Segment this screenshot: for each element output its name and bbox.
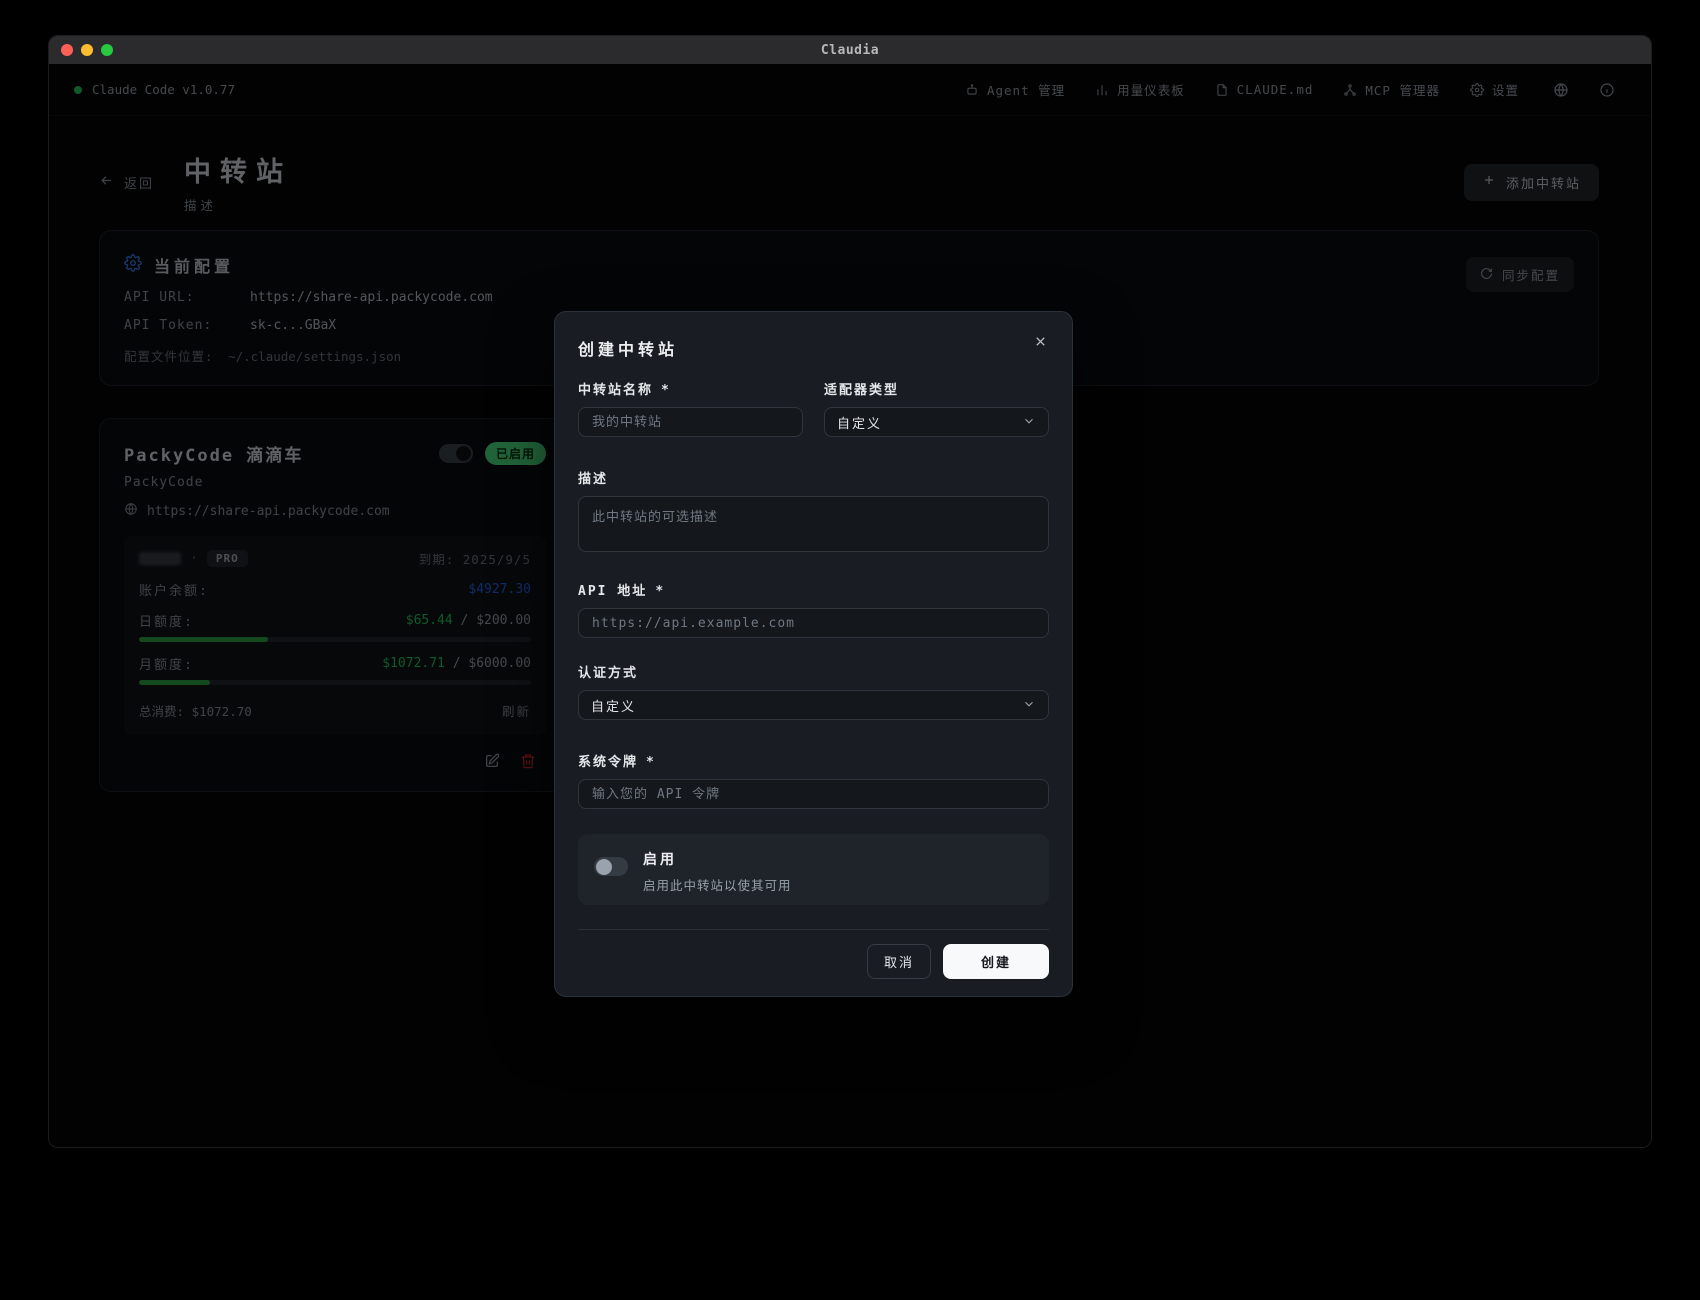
window-body: Claude Code v1.0.77 Agent 管理 用量仪表板 CLAUD… bbox=[49, 64, 1651, 1147]
auth-method-label: 认证方式 bbox=[578, 666, 639, 681]
description-label: 描述 bbox=[578, 472, 609, 487]
auth-method-select[interactable]: 自定义 bbox=[578, 690, 1049, 720]
adapter-type-select[interactable]: 自定义 bbox=[824, 407, 1049, 437]
auth-field-group: 认证方式 自定义 bbox=[578, 662, 1049, 720]
modal-footer: 取消 创建 bbox=[578, 944, 1049, 979]
required-asterisk: * bbox=[661, 383, 669, 398]
description-textarea[interactable] bbox=[578, 496, 1049, 552]
system-token-input[interactable] bbox=[578, 779, 1049, 809]
enable-panel: 启用 启用此中转站以使其可用 bbox=[578, 834, 1049, 905]
adapter-selected-value: 自定义 bbox=[837, 416, 883, 432]
adapter-label: 适配器类型 bbox=[824, 383, 900, 398]
station-name-input[interactable] bbox=[578, 407, 803, 437]
name-label: 中转站名称 * bbox=[578, 383, 669, 398]
name-adapter-row: 中转站名称* 适配器类型 自定义 bbox=[578, 379, 1049, 437]
required-asterisk: * bbox=[655, 584, 664, 599]
enable-toggle[interactable] bbox=[594, 857, 628, 876]
window-title: Claudia bbox=[820, 42, 880, 58]
enable-label: 启用 bbox=[643, 852, 677, 868]
zoom-window-button[interactable] bbox=[101, 44, 113, 56]
token-label: 系统令牌 * bbox=[578, 755, 654, 770]
api-url-label: API 地址 * bbox=[578, 584, 664, 599]
app-window: Claudia Claude Code v1.0.77 Agent 管理 用量仪… bbox=[48, 35, 1652, 1148]
enable-description: 启用此中转站以使其可用 bbox=[643, 878, 792, 893]
chevron-down-icon bbox=[1022, 696, 1036, 715]
screen: Claudia Claude Code v1.0.77 Agent 管理 用量仪… bbox=[0, 0, 1700, 1300]
close-icon bbox=[1033, 334, 1048, 353]
toggle-knob bbox=[596, 859, 612, 875]
api-url-input[interactable] bbox=[578, 608, 1049, 638]
modal-title: 创建中转站 bbox=[578, 340, 679, 359]
modal-divider bbox=[578, 929, 1049, 930]
close-window-button[interactable] bbox=[61, 44, 73, 56]
description-field-group: 描述 bbox=[578, 468, 1049, 556]
api-url-field-group: API 地址 * bbox=[578, 580, 1049, 638]
close-modal-button[interactable] bbox=[1031, 332, 1050, 355]
adapter-field-group: 适配器类型 自定义 bbox=[824, 379, 1049, 437]
required-asterisk: * bbox=[646, 755, 654, 770]
minimize-window-button[interactable] bbox=[81, 44, 93, 56]
traffic-lights bbox=[61, 44, 113, 56]
chevron-down-icon bbox=[1022, 413, 1036, 432]
cancel-button[interactable]: 取消 bbox=[866, 944, 931, 979]
auth-selected-value: 自定义 bbox=[591, 699, 637, 715]
token-field-group: 系统令牌 * bbox=[578, 751, 1049, 809]
create-station-modal: 创建中转站 中转站名称* 适配器类型 自定义 bbox=[554, 311, 1073, 997]
enable-texts: 启用 启用此中转站以使其可用 bbox=[643, 848, 792, 894]
name-field-group: 中转站名称 * bbox=[578, 379, 803, 437]
create-button[interactable]: 创建 bbox=[942, 944, 1049, 979]
titlebar: Claudia bbox=[49, 36, 1651, 64]
